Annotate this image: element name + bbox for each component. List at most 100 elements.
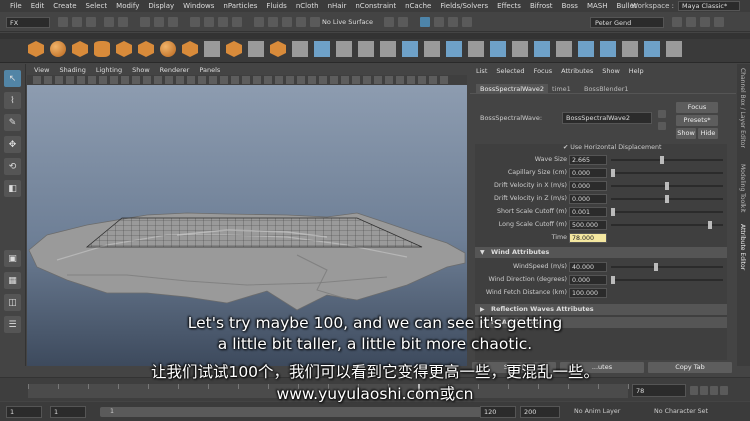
paint-select-icon[interactable]: ✎ [4,114,21,131]
menu-set-dropdown[interactable]: FX [6,17,50,28]
attribute-slider[interactable] [611,195,723,203]
attribute-editor-tab[interactable]: Attribute Editor [739,224,746,270]
render-settings-icon[interactable] [296,17,306,27]
viewport-tool-icon[interactable] [143,76,151,84]
tab-bossspectralwave2[interactable]: BossSpectralWave2 [476,84,549,94]
poly-disc-icon[interactable] [160,41,176,57]
rotate-tool-icon[interactable]: ⟲ [4,158,21,175]
boolean-icon[interactable] [490,41,506,57]
viewport-tool-icon[interactable] [198,76,206,84]
open-scene-icon[interactable] [72,17,82,27]
focus-button[interactable]: Focus [676,102,718,113]
viewport-tool-icon[interactable] [110,76,118,84]
viewport-menu-lighting[interactable]: Lighting [96,66,122,74]
select-hierarchy-icon[interactable] [140,17,150,27]
attribute-value-field[interactable]: 0.000 [569,275,607,285]
multi-cut-icon[interactable] [336,41,352,57]
character-set-dropdown[interactable]: No Character Set [654,408,708,415]
move-tool-icon[interactable]: ✥ [4,136,21,153]
ae-menu-show[interactable]: Show [602,67,620,75]
ae-menu-list[interactable]: List [476,67,487,75]
viewport-tool-icon[interactable] [187,76,195,84]
menu-display[interactable]: Display [148,2,174,10]
slider-handle[interactable] [611,208,615,216]
tab-time1[interactable]: time1 [548,84,575,94]
viewport-tool-icon[interactable] [363,76,371,84]
poly-cube2-icon[interactable] [72,41,88,57]
poly-sphere-icon[interactable] [50,41,66,57]
viewport-tool-icon[interactable] [374,76,382,84]
poly-cube-icon[interactable] [28,41,44,57]
anim-end-field[interactable]: 120 [480,406,516,418]
viewport-tool-icon[interactable] [165,76,173,84]
menu-windows[interactable]: Windows [183,2,214,10]
viewport-tool-icon[interactable] [66,76,74,84]
viewport-tool-icon[interactable] [385,76,393,84]
attribute-slider[interactable] [611,263,723,271]
snap-point-icon[interactable] [218,17,228,27]
menu-modify[interactable]: Modify [116,2,139,10]
ae-menu-focus[interactable]: Focus [534,67,553,75]
sculpt-icon[interactable] [398,17,408,27]
viewport-tool-icon[interactable] [396,76,404,84]
viewport-menu-panels[interactable]: Panels [199,66,220,74]
reduce-icon[interactable] [468,41,484,57]
channel-box-tab[interactable]: Channel Box / Layer Editor [739,68,746,148]
wind-attributes-section[interactable]: ▼ Wind Attributes [475,247,727,258]
poly-plane-icon[interactable] [138,41,154,57]
mirror-icon[interactable] [424,41,440,57]
tab-bossblender1[interactable]: BossBlender1 [580,84,633,94]
attribute-slider[interactable] [611,276,723,284]
snap-curve-icon[interactable] [204,17,214,27]
menu-ncache[interactable]: nCache [405,2,431,10]
slider-handle[interactable] [665,182,669,190]
render-frame-icon[interactable] [268,17,278,27]
viewport-tool-icon[interactable] [319,76,327,84]
viewport-tool-icon[interactable] [308,76,316,84]
viewport-tool-icon[interactable] [264,76,272,84]
ipr-render-icon[interactable] [282,17,292,27]
viewport-tool-icon[interactable] [418,76,426,84]
viewport-tool-icon[interactable] [341,76,349,84]
svg-icon[interactable] [204,41,220,57]
quadrangulate-icon[interactable] [556,41,572,57]
xgen-icon[interactable] [462,17,472,27]
hide-button[interactable]: Hide [698,128,718,139]
triangulate-icon[interactable] [534,41,550,57]
menu-nhair[interactable]: nHair [328,2,347,10]
viewport-tool-icon[interactable] [176,76,184,84]
new-scene-icon[interactable] [58,17,68,27]
slider-handle[interactable] [659,156,664,164]
menu-file[interactable]: File [10,2,22,10]
menu-bifrost[interactable]: Bifrost [530,2,553,10]
menu-fields-solvers[interactable]: Fields/Solvers [440,2,488,10]
viewport-tool-icon[interactable] [121,76,129,84]
attribute-slider[interactable] [611,156,723,164]
viewport-tool-icon[interactable] [297,76,305,84]
smooth-icon[interactable] [446,41,462,57]
single-perspective-layout-icon[interactable]: ▣ [4,250,21,267]
scene-start-field[interactable]: 1 [6,406,42,418]
attribute-value-field[interactable]: 500.000 [569,220,607,230]
ae-menu-selected[interactable]: Selected [496,67,524,75]
workspace-dropdown[interactable]: Maya Classic* [678,1,740,11]
viewport-menu-show[interactable]: Show [132,66,150,74]
attribute-value-field[interactable]: 40.000 [569,262,607,272]
viewport-tool-icon[interactable] [407,76,415,84]
user-account[interactable]: Peter Gend [590,17,664,28]
render-view-icon[interactable] [448,17,458,27]
four-view-layout-icon[interactable]: ▦ [4,272,21,289]
attribute-slider[interactable] [611,221,723,229]
quad-draw-icon[interactable] [380,41,396,57]
viewport-tool-icon[interactable] [88,76,96,84]
attribute-slider[interactable] [611,169,723,177]
delete-history-icon[interactable] [622,41,638,57]
shelf-tabs[interactable] [0,33,750,39]
viewport-tool-icon[interactable] [33,76,41,84]
attribute-value-field[interactable]: 0.000 [569,194,607,204]
viewport-tool-icon[interactable] [352,76,360,84]
separate-icon[interactable] [248,41,264,57]
scene-end-field[interactable]: 200 [520,406,560,418]
viewport-tool-icon[interactable] [209,76,217,84]
anim-layer-dropdown[interactable]: No Anim Layer [574,408,620,415]
